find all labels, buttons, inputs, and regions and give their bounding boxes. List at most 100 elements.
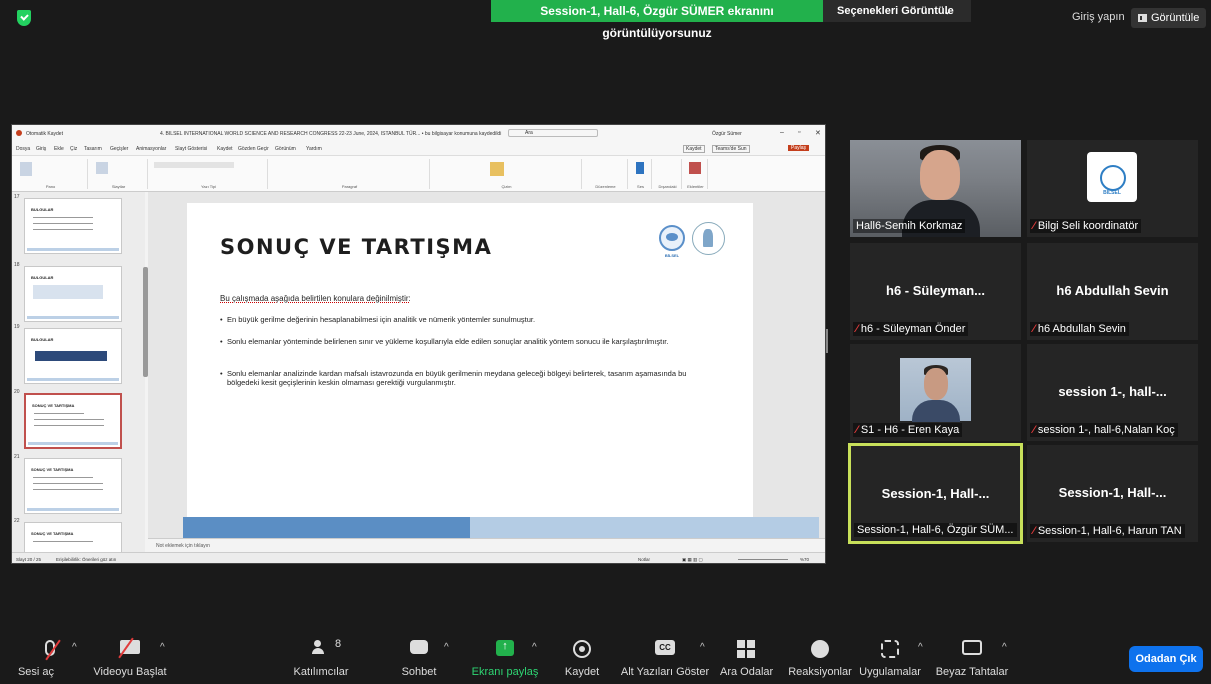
logo-text: BİLSEL	[1103, 190, 1121, 196]
chevron-up-icon[interactable]: ^	[444, 642, 449, 653]
slide-bullet: Sonlu elemanlar analizinde kardan mafsal…	[220, 369, 707, 387]
chevron-up-icon[interactable]: ^	[1002, 642, 1007, 653]
view-button[interactable]: Görüntüle	[1131, 8, 1206, 28]
thumb-number: 18	[14, 262, 20, 268]
muted-mic-icon: ⁄	[1033, 220, 1035, 232]
participant-name: Session-1, Hall-6, Özgür SÜM...	[854, 523, 1017, 537]
university-seal-icon	[692, 222, 725, 255]
ribbon-group-label: Eklentiler	[687, 184, 704, 189]
participant-name: Hall6-Semih Korkmaz	[853, 219, 966, 233]
start-video-button[interactable]: ^ Videoyu Başlat	[90, 628, 170, 684]
menu-item: Görünüm	[275, 146, 296, 152]
maximize-icon: ▫	[798, 129, 801, 136]
top-bar: Session-1, Hall-6, Özgür SÜMER ekranını …	[0, 0, 1211, 40]
apps-button[interactable]: ^ Uygulamalar	[856, 628, 924, 684]
chevron-up-icon[interactable]: ^	[532, 642, 537, 653]
whiteboards-button[interactable]: ^ Beyaz Tahtalar	[934, 628, 1010, 684]
record-icon	[573, 640, 591, 658]
thumb-number: 21	[14, 454, 20, 460]
mic-muted-icon	[45, 640, 55, 656]
participant-label: Session-1, Hall-...	[1058, 485, 1167, 500]
participant-name-wrap: ⁄ S1 - H6 - Eren Kaya	[853, 423, 963, 437]
powerpoint-icon	[16, 130, 22, 136]
ribbon-group: Pano	[14, 159, 88, 189]
menu-item: Dosya	[16, 146, 31, 152]
captions-button[interactable]: CC ^ Alt Yazıları Göster	[620, 628, 710, 684]
slide-editor: SONUÇ VE TARTIŞMA BİLSEL Bu çalışmada aş…	[148, 192, 825, 539]
ribbon-group: Ses	[630, 159, 652, 189]
teams-button: Teams'de Sun	[712, 145, 750, 153]
chevron-up-icon[interactable]: ^	[72, 642, 77, 653]
slide-footer-bar	[183, 517, 819, 539]
doc-title: 4. BILSEL INTERNATIONAL WORLD SCIENCE AN…	[160, 131, 502, 137]
panel-resize-handle[interactable]	[826, 329, 828, 353]
cc-icon: CC	[655, 640, 675, 655]
leave-button[interactable]: Odadan Çık	[1129, 646, 1203, 672]
start-video-label: Videoyu Başlat	[93, 666, 167, 678]
slide-thumbnails: 17 BULGULAR 18 BULGULAR 19 BULGULAR 20 S…	[12, 192, 148, 563]
chat-label: Sohbet	[401, 666, 437, 678]
participant-tile[interactable]: BİLSEL ⁄ Bilgi Seli koordinatör	[1027, 140, 1198, 237]
muted-mic-icon: ⁄	[1033, 323, 1035, 335]
participant-tile[interactable]: h6 Abdullah Sevin ⁄ h6 Abdullah Sevin	[1027, 243, 1198, 340]
view-options-button[interactable]: Seçenekleri Görüntüle ⌄	[823, 0, 971, 22]
slide-title: SONUÇ VE TARTIŞMA	[220, 235, 493, 259]
ribbon-group: Dışarıdaki	[654, 159, 682, 189]
menu-item: Kaydet	[217, 146, 233, 152]
participant-name-wrap: ⁄ Bilgi Seli koordinatör	[1030, 219, 1142, 233]
reactions-label: Reaksiyonlar	[788, 666, 852, 678]
record-button[interactable]: Kaydet	[560, 628, 604, 684]
ribbon-group-label: Slaytlar	[111, 184, 126, 189]
ribbon-group-label: Paragraf	[341, 184, 358, 189]
view-icons: ▣ ▦ ▥ ▢	[682, 557, 703, 562]
status-slide-count: Slayt 20 / 25	[16, 557, 42, 562]
participant-count: 8	[335, 638, 342, 650]
ribbon-group: Düzenleme	[584, 159, 628, 189]
unmute-button[interactable]: ^ Sesi aç	[18, 628, 80, 684]
participant-tile-active-speaker[interactable]: Session-1, Hall-... Session-1, Hall-6, Ö…	[848, 443, 1023, 544]
ribbon-group: Paragraf	[270, 159, 430, 189]
participant-label: Session-1, Hall-...	[881, 486, 990, 501]
participant-tile[interactable]: Hall6-Semih Korkmaz	[850, 140, 1021, 237]
whiteboards-label: Beyaz Tahtalar	[935, 666, 1009, 678]
apps-icon	[881, 640, 899, 658]
bilsel-logo-icon	[659, 225, 685, 251]
participant-tile[interactable]: Session-1, Hall-... ⁄ Session-1, Hall-6, …	[1027, 445, 1198, 542]
zoom-slider	[738, 559, 788, 560]
search-box: Ara	[508, 129, 598, 137]
thumb-title: SONUÇ VE TARTIŞMA	[32, 403, 75, 408]
thumb-title: BULGULAR	[31, 275, 54, 280]
chevron-up-icon[interactable]: ^	[918, 642, 923, 653]
participant-tile[interactable]: session 1-, hall-... ⁄ session 1-, hall-6…	[1027, 344, 1198, 441]
security-shield-icon[interactable]	[17, 10, 31, 26]
menu-item: Slayt Gösterisi	[175, 146, 208, 152]
breakout-rooms-button[interactable]: Ara Odalar	[720, 628, 773, 684]
ppt-user: Özgür Sümer	[712, 131, 742, 137]
participant-tile[interactable]: h6 - Süleyman... ⁄ h6 - Süleyman Önder	[850, 243, 1021, 340]
ribbon: Pano Slaytlar Yazı Tipi Paragraf Çizim D…	[12, 156, 825, 192]
ribbon-group: Eklentiler	[684, 159, 708, 189]
menu-item: Ekle	[54, 146, 64, 152]
participant-name: h6 Abdullah Sevin	[1037, 323, 1126, 335]
record-label: Kaydet	[564, 666, 600, 678]
participant-photo	[900, 358, 971, 422]
menu-item: Animasyonlar	[136, 146, 167, 152]
ribbon-group-label: Dışarıdaki	[658, 184, 677, 189]
participants-icon	[312, 640, 330, 654]
thumb-number: 19	[14, 324, 20, 330]
share-screen-button[interactable]: ^ Ekranı paylaş	[470, 628, 540, 684]
slide-thumb: BULGULAR	[24, 266, 122, 322]
ribbon-group-label: Düzenleme	[595, 184, 616, 189]
chat-button[interactable]: ^ Sohbet	[396, 628, 449, 684]
ribbon-group-label: Ses	[637, 184, 644, 189]
participant-tile[interactable]: ⁄ S1 - H6 - Eren Kaya	[850, 344, 1021, 441]
chevron-up-icon[interactable]: ^	[700, 642, 705, 653]
participants-button[interactable]: 8 Katılımcılar	[285, 628, 357, 684]
chevron-up-icon[interactable]: ^	[160, 642, 165, 653]
slide-thumb: BULGULAR	[24, 328, 122, 384]
signin-link[interactable]: Giriş yapın	[1072, 11, 1125, 23]
participant-name-wrap: ⁄ Session-1, Hall-6, Harun TAN	[1030, 524, 1185, 538]
reactions-button[interactable]: Reaksiyonlar	[788, 628, 852, 684]
participant-name: S1 - H6 - Eren Kaya	[860, 424, 960, 436]
share-screen-label: Ekranı paylaş	[471, 666, 539, 678]
